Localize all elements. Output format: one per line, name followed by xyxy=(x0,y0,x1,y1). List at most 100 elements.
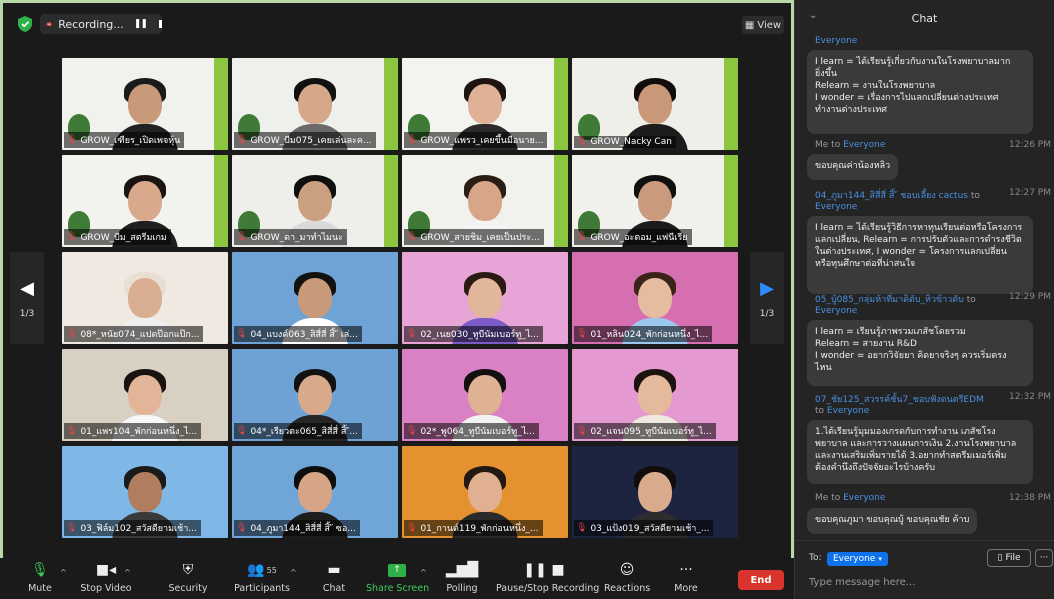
participants-icon-wrap: 👥 55 xyxy=(232,560,292,580)
video-tile[interactable]: 🎙 GROW_แพรว_เคยขึ้นมือนาย... xyxy=(402,58,568,150)
participant-name: 01_กานต์119_พักก่อนหนึ่ง_... xyxy=(420,524,539,534)
reactions-button[interactable]: ☺ Reactions xyxy=(604,560,650,594)
muted-microphone-icon: 🎙 xyxy=(576,523,588,533)
participant-name: 03_ฟิล์ม102_สวัสดียามเช้า... xyxy=(80,524,197,534)
stop-video-button[interactable]: ■◂ Stop Video xyxy=(78,560,134,594)
chat-sender[interactable]: 04_ภูมา144_สิสี่สี่ สิ้ ั ชอบเลี้ยง cact… xyxy=(815,191,968,201)
chat-direction: to xyxy=(963,295,976,305)
share-screen-button[interactable]: ↑ Share Screen xyxy=(366,560,429,594)
video-tile[interactable]: 🎙 02*_พู064_ทูบีนัมเบอร์ทู_ไ... xyxy=(402,349,568,441)
video-tile[interactable]: 🎙 03_ฟิล์ม102_สวัสดียามเช้า... xyxy=(62,446,228,538)
video-tile[interactable]: 🎙 01_แพร104_พักก่อนหนึ่ง_ไ... xyxy=(62,349,228,441)
chat-timestamp: 12:26 PM xyxy=(1009,140,1051,150)
more-button[interactable]: ··· More xyxy=(668,560,704,594)
muted-microphone-icon: 🎙 xyxy=(236,329,248,339)
stop-recording-icon[interactable] xyxy=(158,20,162,28)
video-tile[interactable]: 🎙 GROW_บีม_สตรีมเกม xyxy=(62,155,228,247)
caret-down-icon: ▾ xyxy=(878,555,882,563)
video-tile[interactable]: 🎙 08*_หนัย074_แปดป๊อกแป๊ก... xyxy=(62,252,228,344)
participant-name: 04_ภูมา144_สิสี่สี่ สิ้ ั ซอ... xyxy=(250,524,356,534)
chat-more-button[interactable]: ··· xyxy=(1035,549,1053,567)
chat-message-list[interactable]: Everyone I learn = ได้เรียนรู้เกี่ยวกับงา… xyxy=(795,36,1054,540)
polling-button[interactable]: ▂▆█ Polling xyxy=(444,560,480,594)
participant-name-label: 🎙 GROW_แพรว_เคยขึ้นมือนาย... xyxy=(404,132,548,148)
mute-button[interactable]: 🎙 Mute xyxy=(22,560,58,594)
muted-microphone-icon: 🎙 xyxy=(236,232,248,242)
security-button[interactable]: ⛨ Security xyxy=(166,560,210,594)
security-shield-icon: ⛨ xyxy=(182,562,194,578)
recording-indicator[interactable]: Recording... ❚❚ xyxy=(40,14,162,34)
participant-face xyxy=(128,278,162,318)
participant-name: GROW_บีม_สตรีมเกม xyxy=(80,233,167,243)
video-tile[interactable]: 🎙 04_ภูมา144_สิสี่สี่ สิ้ ั ซอ... xyxy=(232,446,398,538)
recipient-dropdown[interactable]: Everyone ▾ xyxy=(827,552,888,566)
video-tile[interactable]: 🎙 GROW_Nacky Can xyxy=(572,58,738,150)
video-options-caret-icon[interactable]: ^ xyxy=(124,568,131,577)
green-wall-decoration xyxy=(554,58,568,150)
end-meeting-button[interactable]: End xyxy=(738,570,784,590)
muted-microphone-icon: 🎙 xyxy=(406,232,418,242)
green-wall-decoration xyxy=(214,58,228,150)
video-tile[interactable]: 🎙 03_แป้ง019_สวัสดียามเช้า_... xyxy=(572,446,738,538)
participant-name: 01_หลิน024_พักก่อนหนึ่ง_ไ... xyxy=(590,330,709,340)
chat-message-bubble: 1.ได้เรียนรู้มุมมองเกรดกับการทำงาน เภสัช… xyxy=(807,420,1033,484)
chat-recipient: Everyone xyxy=(815,202,858,212)
pause-stop-icon: ❚❚ ■ xyxy=(523,562,565,578)
chat-message-bubble: ขอบคุณภูมา ขอบคุณบู้ ขอบคุณชัย ค้าบ xyxy=(807,508,978,534)
muted-microphone-icon: 🎙 xyxy=(236,135,248,145)
next-page-button[interactable]: ▶ 1/3 xyxy=(750,252,784,344)
participant-name: 02_แจน095_ทูบีนัมเบอร์ทู_ไ... xyxy=(590,427,712,437)
file-button[interactable]: ▯ File xyxy=(987,549,1031,567)
pause-recording-icon[interactable]: ❚❚ xyxy=(134,19,148,29)
chat-sender[interactable]: 07_ชัย125_สวรรค์ชั้น7_ชอบฟังดนตรีEDM xyxy=(815,395,984,405)
chat-button[interactable]: ▬ Chat xyxy=(316,560,352,594)
participant-face xyxy=(128,472,162,512)
video-tile[interactable]: 🎙 GROW_บีม075_เคยเล่นละค... xyxy=(232,58,398,150)
video-tile[interactable]: 🎙 GROW_สายชิม_เคยเป็นประ... xyxy=(402,155,568,247)
participants-options-caret-icon[interactable]: ^ xyxy=(290,568,297,577)
participant-name-label: 🎙 04_ภูมา144_สิสี่สี่ สิ้ ั ซอ... xyxy=(234,520,360,536)
participant-face xyxy=(468,375,502,415)
meeting-toolbar: 🎙 Mute ^ ■◂ Stop Video ^ ⛨ Security 👥 55… xyxy=(0,558,794,599)
video-tile[interactable]: 🎙 GROW_ดา_มาทำไมนะ xyxy=(232,155,398,247)
participants-count: 55 xyxy=(266,565,277,575)
green-wall-decoration xyxy=(554,155,568,247)
view-button[interactable]: ▦ View xyxy=(742,16,784,34)
muted-microphone-icon: 🎙 xyxy=(236,523,248,533)
muted-microphone-icon: 🎙 xyxy=(66,523,78,533)
audio-options-caret-icon[interactable]: ^ xyxy=(60,568,67,577)
video-tile[interactable]: 🎙 GROW_เฑียร_เปิดเพจหุ้น xyxy=(62,58,228,150)
video-tile[interactable]: 🎙 01_หลิน024_พักก่อนหนึ่ง_ไ... xyxy=(572,252,738,344)
chat-sender[interactable]: 05_บู้085_กลุ่มห้าที่มาดิดับ_หิวข้าวดับ xyxy=(815,295,964,305)
video-tile[interactable]: 🎙 02_เนย030_ทูบีนัมเบอร์ทู_ไ... xyxy=(402,252,568,344)
video-tile[interactable]: 🎙 01_กานต์119_พักก่อนหนึ่ง_... xyxy=(402,446,568,538)
video-tile[interactable]: 🎙 02_แจน095_ทูบีนัมเบอร์ทู_ไ... xyxy=(572,349,738,441)
participant-name-label: 🎙 01_กานต์119_พักก่อนหนึ่ง_... xyxy=(404,520,543,536)
chat-message-input[interactable] xyxy=(809,574,1039,590)
share-options-caret-icon[interactable]: ^ xyxy=(420,568,427,577)
participant-name-label: 🎙 02_แจน095_ทูบีนัมเบอร์ทู_ไ... xyxy=(574,423,716,439)
participant-name-label: 🎙 08*_หนัย074_แปดป๊อกแป๊ก... xyxy=(64,326,204,342)
chat-recipient: Everyone xyxy=(843,140,886,150)
chat-message-bubble: I learn = เรียนรู้ภาพรวมเภสัชโดยรวม Rele… xyxy=(807,320,1033,386)
shield-icon[interactable] xyxy=(18,16,32,32)
participants-button[interactable]: 👥 55 Participants xyxy=(232,560,292,594)
chat-message-header: Everyone xyxy=(815,36,1035,46)
participant-name: GROW_ดา_มาทำไมนะ xyxy=(250,233,343,243)
chevron-down-icon[interactable]: ⌄ xyxy=(809,10,817,21)
participant-name-label: 🎙 GROW_บีม075_เคยเล่นละค... xyxy=(234,132,376,148)
video-tile[interactable]: 🎙 04_แบงค์063_สิสี่สี่ สิ้ ั เล่... xyxy=(232,252,398,344)
video-tile[interactable]: 🎙 GROW_อะตอม_แฟนีเรีย xyxy=(572,155,738,247)
chat-sender[interactable]: Everyone xyxy=(815,36,857,46)
participant-face xyxy=(638,472,672,512)
participant-name-label: 🎙 04*_เรียวตะ065_สิสี่สี่ สิ้ ั... xyxy=(234,423,362,439)
video-tile[interactable]: 🎙 04*_เรียวตะ065_สิสี่สี่ สิ้ ั... xyxy=(232,349,398,441)
participant-face xyxy=(128,84,162,124)
share-screen-icon: ↑ xyxy=(366,560,428,580)
previous-page-button[interactable]: ◀ 1/3 xyxy=(10,252,44,344)
participant-face xyxy=(468,84,502,124)
chat-timestamp: 12:27 PM xyxy=(1009,188,1051,198)
chat-timestamp: 12:29 PM xyxy=(1009,292,1051,302)
pause-stop-recording-button[interactable]: ❚❚ ■ Pause/Stop Recording xyxy=(496,560,599,594)
file-icon: ▯ xyxy=(997,553,1003,563)
